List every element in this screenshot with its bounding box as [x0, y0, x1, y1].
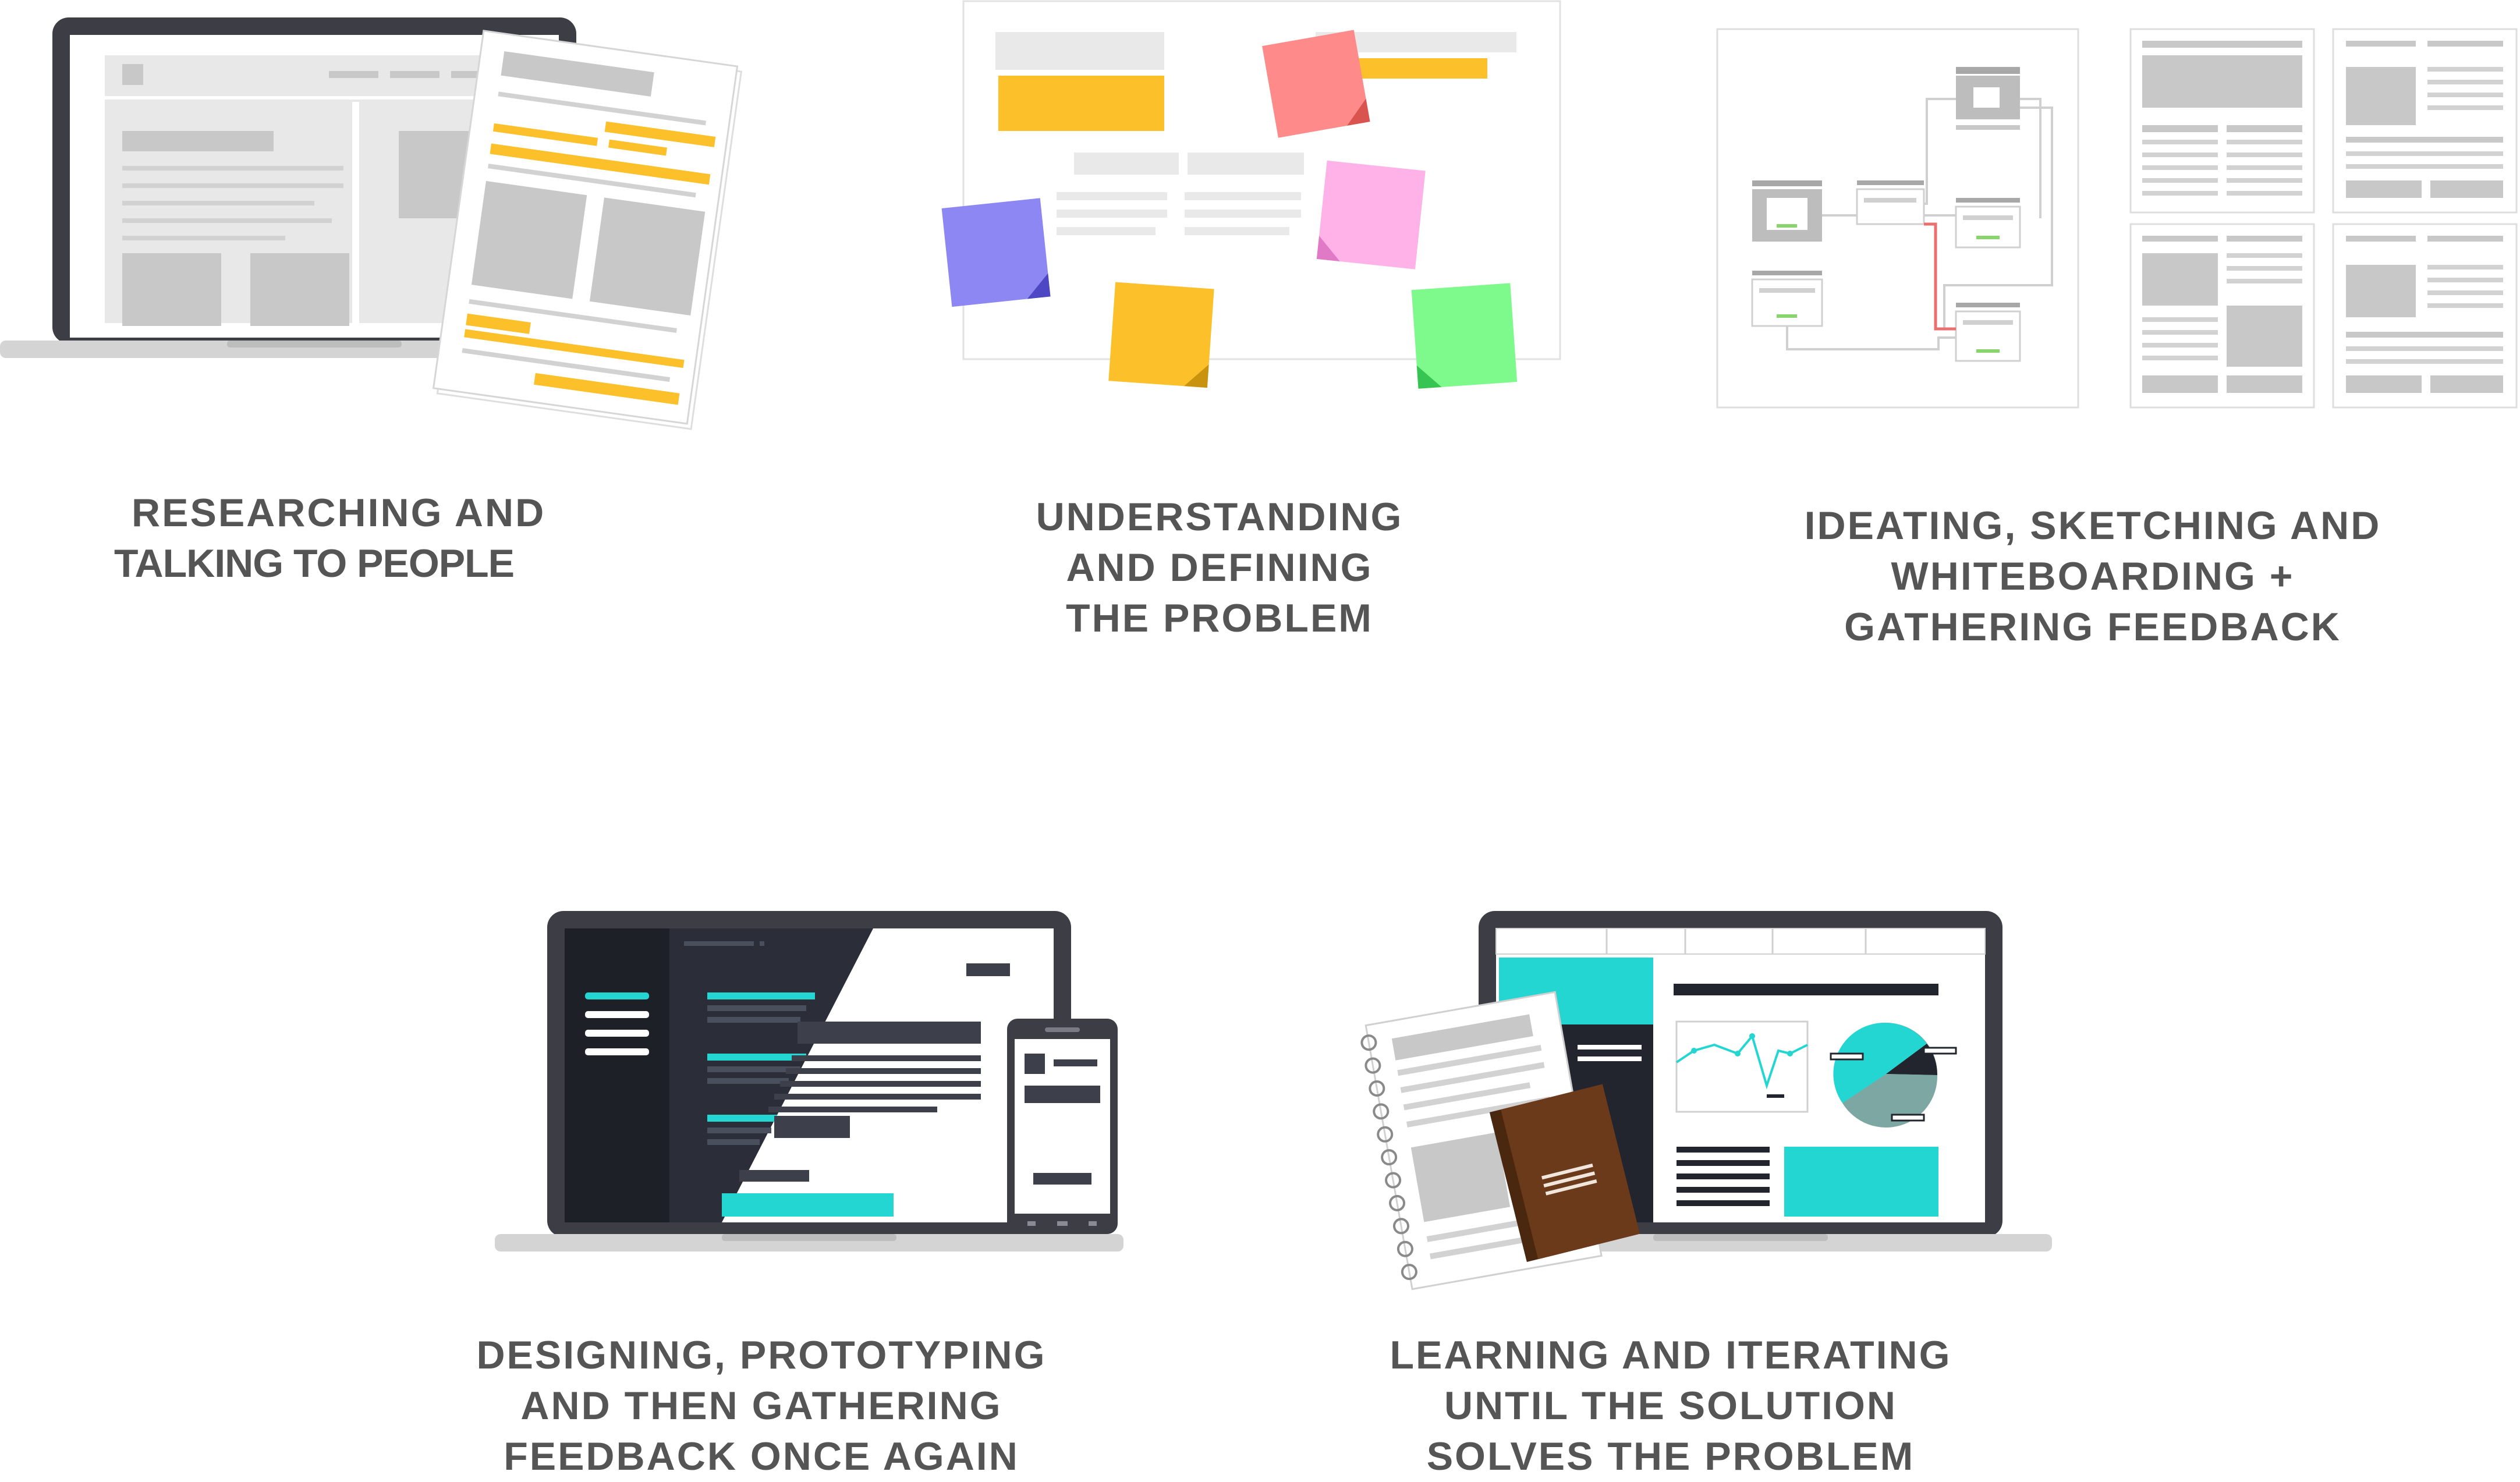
sticky-note-pink [1316, 160, 1426, 270]
caption-line: AND DEFINING [1066, 545, 1373, 590]
caption-line: GATHERING FEEDBACK [1844, 605, 2341, 649]
step-research-caption: RESEARCHING AND TALKING TO PEOPLE [114, 488, 545, 589]
caption-line: SOLVES THE PROBLEM [1426, 1434, 1915, 1479]
step-define-caption: UNDERSTANDING AND DEFINING THE PROBLEM [1030, 492, 1409, 644]
step-design-caption: DESIGNING, PROTOTYPING AND THEN GATHERIN… [470, 1330, 1052, 1482]
smartphone-icon [1007, 1019, 1118, 1234]
sticky-note-yellow [1108, 282, 1214, 388]
research-illustration [0, 17, 745, 437]
step-ideate-caption: IDEATING, SKETCHING AND WHITEBOARDING + … [1773, 501, 2413, 653]
iterate-illustration [1360, 911, 2064, 1318]
caption-line: IDEATING, SKETCHING AND [1804, 504, 2381, 548]
sticky-note-red [1262, 30, 1370, 138]
caption-line: TALKING TO PEOPLE [114, 541, 515, 586]
caption-line: UNDERSTANDING [1036, 495, 1403, 539]
define-illustration [920, 0, 1572, 407]
sticky-note-green [1411, 283, 1518, 389]
design-illustration [495, 911, 1123, 1260]
ideate-illustration [1711, 23, 2520, 413]
caption-line: UNTIL THE SOLUTION [1444, 1384, 1898, 1428]
sticky-note-purple [941, 198, 1051, 307]
caption-line: WHITEBOARDING + [1891, 554, 2295, 598]
step-iterate-caption: LEARNING AND ITERATING UNTIL THE SOLUTIO… [1380, 1330, 1962, 1482]
wireframe-sheets-icon [2129, 28, 2518, 409]
document-icon [432, 30, 743, 430]
caption-line: LEARNING AND ITERATING [1390, 1333, 1952, 1377]
caption-line: THE PROBLEM [1066, 596, 1373, 640]
caption-line: RESEARCHING AND [132, 491, 546, 535]
caption-line: DESIGNING, PROTOTYPING [476, 1333, 1047, 1377]
user-flow-board-icon [1716, 28, 2079, 409]
caption-line: AND THEN GATHERING [520, 1384, 1002, 1428]
caption-line: FEEDBACK ONCE AGAIN [504, 1434, 1019, 1479]
